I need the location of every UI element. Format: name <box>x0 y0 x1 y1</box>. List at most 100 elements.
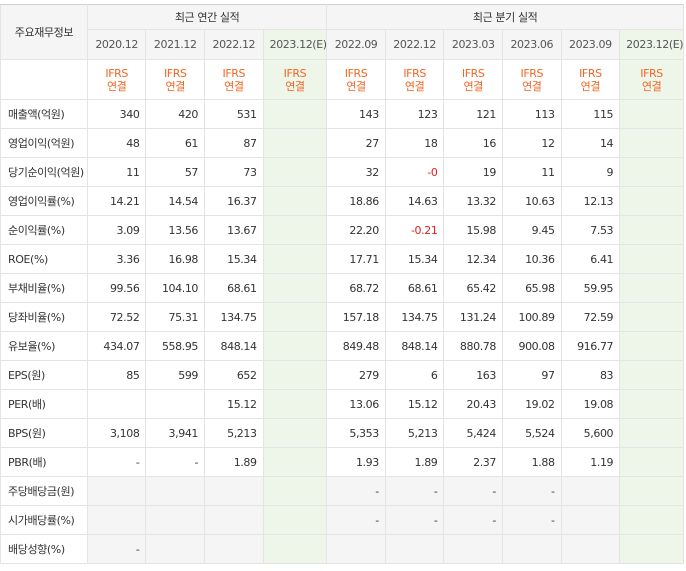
table-row: ROE(%) 3.36 16.98 15.34 17.71 15.34 12.34 10.36… <box>0 244 684 274</box>
ifrs-label: IFRS 연결 <box>560 59 621 100</box>
value-cell <box>619 389 684 419</box>
value-cell <box>262 505 328 535</box>
period-header: 2023.03 <box>443 29 503 60</box>
value-cell <box>502 534 562 564</box>
value-cell: 134.75 <box>204 302 264 332</box>
value-cell: - <box>443 505 503 535</box>
value-cell <box>86 476 147 506</box>
value-cell: 61 <box>145 128 206 158</box>
period-header: 2023.12(E) <box>262 29 328 60</box>
value-cell: 104.10 <box>145 273 206 303</box>
value-cell <box>560 534 621 564</box>
value-cell: - <box>502 505 562 535</box>
ifrs-label: IFRS 연결 <box>443 59 503 100</box>
row-label: ROE(%) <box>0 244 88 274</box>
value-cell <box>145 389 206 419</box>
value-cell: 558.95 <box>145 331 206 361</box>
value-cell: - <box>443 476 503 506</box>
value-cell: 12 <box>502 128 562 158</box>
value-cell: - <box>384 476 445 506</box>
value-cell: 27 <box>326 128 386 158</box>
period-header: 2022.12 <box>384 29 445 60</box>
value-cell: 279 <box>326 360 386 390</box>
value-cell <box>619 273 684 303</box>
value-cell: 12.13 <box>560 186 621 216</box>
value-cell: 20.43 <box>443 389 503 419</box>
value-cell: 2.37 <box>443 447 503 477</box>
row-label: 매출액(억원) <box>0 99 88 129</box>
value-cell <box>619 128 684 158</box>
value-cell <box>204 534 264 564</box>
value-cell: 880.78 <box>443 331 503 361</box>
value-cell: 13.67 <box>204 215 264 245</box>
value-cell: 599 <box>145 360 206 390</box>
ifrs-label: IFRS 연결 <box>502 59 562 100</box>
table-row: 시가배당률(%) - - - - <box>0 505 684 535</box>
row-label: 영업이익(억원) <box>0 128 88 158</box>
value-cell: - <box>326 505 386 535</box>
value-cell: 3,108 <box>86 418 147 448</box>
value-cell <box>262 418 328 448</box>
value-cell: -0.21 <box>384 215 445 245</box>
value-cell: 9 <box>560 157 621 187</box>
value-cell <box>262 99 328 129</box>
value-cell: 14 <box>560 128 621 158</box>
value-cell: 59.95 <box>560 273 621 303</box>
value-cell: 87 <box>204 128 264 158</box>
value-cell: 340 <box>86 99 147 129</box>
value-cell <box>145 476 206 506</box>
table-row: 주당배당금(원) - - - - <box>0 476 684 506</box>
value-cell: 15.34 <box>384 244 445 274</box>
period-row: 2020.12 2021.12 2022.12 2023.12(E) 2022.09 20… <box>1 29 684 60</box>
value-cell: - <box>502 476 562 506</box>
value-cell: 18 <box>384 128 445 158</box>
value-cell: 3,941 <box>145 418 206 448</box>
value-cell: 16.98 <box>145 244 206 274</box>
ifrs-label: IFRS 연결 <box>326 59 386 100</box>
period-header: 2021.12 <box>145 29 206 60</box>
value-cell: 143 <box>326 99 386 129</box>
value-cell: 14.54 <box>145 186 206 216</box>
row-label: 영업이익률(%) <box>0 186 88 216</box>
value-cell: 163 <box>443 360 503 390</box>
value-cell: 12.34 <box>443 244 503 274</box>
value-cell <box>262 244 328 274</box>
value-cell <box>619 331 684 361</box>
table-row: 부채비율(%) 99.56 104.10 68.61 68.72 68.61 65.42 65… <box>0 273 684 303</box>
table-row: PER(배) 15.12 13.06 15.12 20.43 19.02 19.08 <box>0 389 684 419</box>
value-cell: 18.86 <box>326 186 386 216</box>
value-cell <box>262 273 328 303</box>
value-cell: 123 <box>384 99 445 129</box>
value-cell: 16 <box>443 128 503 158</box>
period-header: 2020.12 <box>86 29 147 60</box>
annual-header: 최근 연간 실적 <box>86 4 328 30</box>
value-cell <box>262 534 328 564</box>
table-row: PBR(배) - -1.89 1.93 1.89 2.37 1.88 1.19 <box>0 447 684 477</box>
value-cell: 113 <box>502 99 562 129</box>
value-cell: 72.59 <box>560 302 621 332</box>
value-cell: 14.63 <box>384 186 445 216</box>
row-label: PBR(배) <box>0 447 88 477</box>
value-cell: -0 <box>384 157 445 187</box>
value-cell <box>145 505 206 535</box>
value-cell: 1.89 <box>384 447 445 477</box>
row-label: BPS(원) <box>0 418 88 448</box>
period-header: 2023.12(E) <box>619 29 684 60</box>
financial-summary-table: 주요재무정보 최근 연간 실적 최근 분기 실적 2020.12 2021.12 2… <box>0 4 684 564</box>
value-cell <box>619 302 684 332</box>
table-row: 당좌비율(%) 72.52 75.31 134.75 157.18 134.75 131.2… <box>0 302 684 332</box>
value-cell: 19.02 <box>502 389 562 419</box>
row-label: 시가배당률(%) <box>0 505 88 535</box>
value-cell: 131.24 <box>443 302 503 332</box>
value-cell: 15.98 <box>443 215 503 245</box>
value-cell: 99.56 <box>86 273 147 303</box>
value-cell <box>619 244 684 274</box>
value-cell <box>443 534 503 564</box>
table-row: BPS(원) 3,108 3,941 5,213 5,353 5,213 5,424 5,52… <box>0 418 684 448</box>
table-row: 매출액(억원) 340 420 531 143 123 121 113 115 <box>0 99 684 129</box>
value-cell: 22.20 <box>326 215 386 245</box>
row-label: 부채비율(%) <box>0 273 88 303</box>
ifrs-label: IFRS 연결 <box>86 59 147 100</box>
period-header: 2023.09 <box>560 29 621 60</box>
value-cell: 57 <box>145 157 206 187</box>
